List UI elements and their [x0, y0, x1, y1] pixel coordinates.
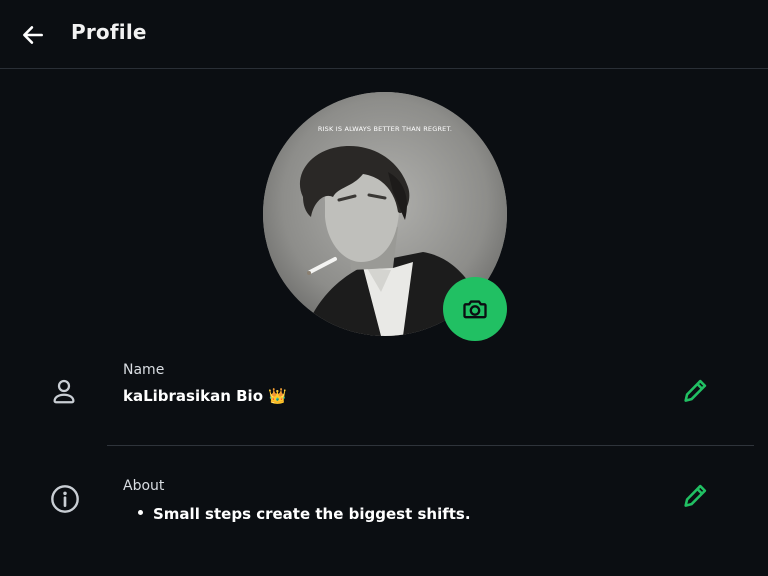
- change-photo-button[interactable]: [443, 277, 507, 341]
- name-value: kaLibrasikan Bio 👑: [123, 387, 287, 405]
- pencil-icon: [684, 484, 707, 507]
- about-value: Small steps create the biggest shifts.: [153, 505, 471, 523]
- about-label: About: [123, 478, 165, 494]
- pencil-icon: [684, 379, 707, 402]
- app-bar: Profile: [0, 0, 768, 69]
- photo-caption: RISK IS ALWAYS BETTER THAN REGRET.: [317, 125, 453, 133]
- edit-name-button[interactable]: [678, 374, 712, 408]
- back-button[interactable]: [16, 18, 50, 52]
- row-divider: [107, 445, 754, 446]
- name-label: Name: [123, 362, 165, 378]
- page-title: Profile: [71, 20, 147, 44]
- profile-screen: Profile RISK IS ALWAYS BETTER THAN REGRE…: [0, 0, 768, 576]
- edit-about-button[interactable]: [678, 479, 712, 513]
- camera-icon: [463, 300, 487, 319]
- person-icon: [48, 375, 80, 407]
- bullet-point: [138, 510, 143, 515]
- about-value-line: Small steps create the biggest shifts.: [138, 505, 471, 523]
- arrow-left-icon: [23, 26, 43, 44]
- info-icon: [49, 483, 81, 515]
